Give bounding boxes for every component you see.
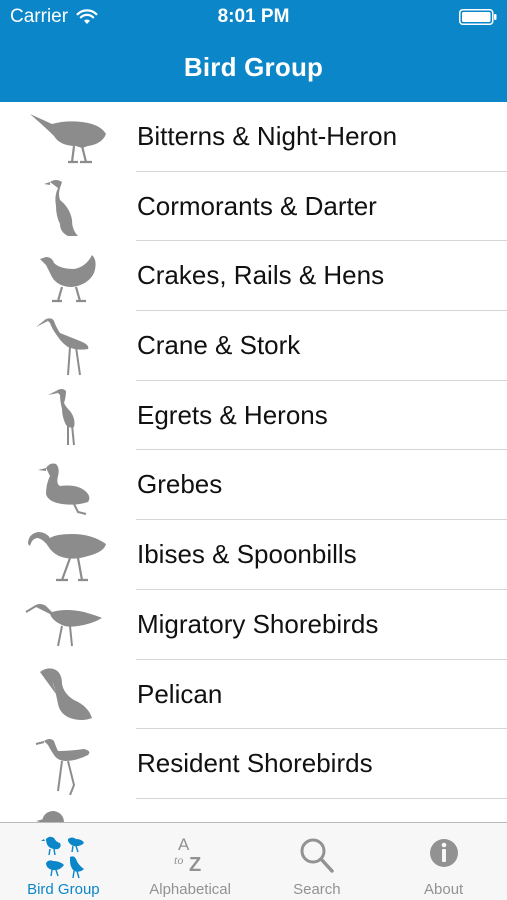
list-item-label: Grebes bbox=[137, 469, 223, 500]
list-item-label: Migratory Shorebirds bbox=[137, 608, 379, 639]
battery-icon bbox=[459, 9, 497, 25]
stilt-silhouette-icon bbox=[35, 739, 90, 796]
status-time: 8:01 PM bbox=[217, 6, 290, 27]
tab-about[interactable]: About bbox=[380, 823, 507, 900]
tab-label: Bird Group bbox=[27, 881, 100, 898]
search-icon bbox=[300, 838, 334, 873]
status-bar: Carrier 8:01 PM bbox=[0, 0, 507, 34]
list-item-label: Crane & Stork bbox=[137, 330, 301, 361]
list-item-label: Ibises & Spoonbills bbox=[137, 539, 357, 570]
tab-label: Search bbox=[293, 881, 341, 898]
svg-text:A: A bbox=[178, 835, 190, 854]
ibis-silhouette-icon bbox=[28, 532, 106, 582]
bird-group-icon bbox=[41, 836, 85, 879]
list-item-bitterns[interactable]: Bitterns & Night-Heron bbox=[0, 102, 507, 172]
list-item-partial[interactable] bbox=[0, 799, 507, 822]
bird-group-list[interactable]: Bitterns & Night-Heron Cormorants & Dart… bbox=[0, 102, 507, 822]
list-item-pelican[interactable]: Pelican bbox=[0, 660, 507, 730]
list-item-migratory-shorebirds[interactable]: Migratory Shorebirds bbox=[0, 590, 507, 660]
list-item-cormorants[interactable]: Cormorants & Darter bbox=[0, 172, 507, 242]
info-icon bbox=[429, 839, 458, 867]
svg-text:Z: Z bbox=[189, 854, 201, 876]
bittern-silhouette-icon bbox=[30, 114, 106, 164]
pelican-silhouette-icon bbox=[40, 667, 92, 720]
duck-silhouette-icon bbox=[36, 810, 64, 822]
list-item-label: Resident Shorebirds bbox=[137, 748, 373, 779]
cormorant-silhouette-icon bbox=[44, 179, 78, 236]
list-item-ibises[interactable]: Ibises & Spoonbills bbox=[0, 520, 507, 590]
list-item-label: Crakes, Rails & Hens bbox=[137, 260, 385, 291]
rail-silhouette-icon bbox=[40, 255, 96, 303]
tab-alphabetical[interactable]: A to Z Alphabetical bbox=[127, 823, 254, 900]
list-item-label: Bitterns & Night-Heron bbox=[137, 121, 398, 151]
tab-bird-group[interactable]: Bird Group bbox=[0, 823, 127, 900]
tab-bar: Bird Group A to Z Alphabetical Search Ab… bbox=[0, 822, 507, 900]
list-item-resident-shorebirds[interactable]: Resident Shorebirds bbox=[0, 729, 507, 799]
list-item-label: Cormorants & Darter bbox=[137, 190, 377, 221]
list-item-grebes[interactable]: Grebes bbox=[0, 450, 507, 521]
list-item-crane-stork[interactable]: Crane & Stork bbox=[0, 311, 507, 381]
list-item-label: Egrets & Herons bbox=[137, 399, 328, 430]
tab-label: About bbox=[424, 881, 464, 898]
curlew-silhouette-icon bbox=[25, 603, 102, 647]
grebe-silhouette-icon bbox=[38, 463, 90, 516]
list-item-label: Pelican bbox=[137, 678, 223, 709]
list-item-egrets[interactable]: Egrets & Herons bbox=[0, 381, 507, 451]
list-item-crakes[interactable]: Crakes, Rails & Hens bbox=[0, 241, 507, 312]
svg-text:to: to bbox=[174, 853, 183, 867]
stork-silhouette-icon bbox=[36, 318, 89, 376]
tab-search[interactable]: Search bbox=[254, 823, 381, 900]
header: Carrier 8:01 PM Bird Group bbox=[0, 0, 507, 102]
egret-silhouette-icon bbox=[48, 388, 75, 445]
a-to-z-icon: A to Z bbox=[174, 835, 201, 876]
tab-label: Alphabetical bbox=[149, 881, 231, 898]
page-title: Bird Group bbox=[183, 52, 324, 82]
